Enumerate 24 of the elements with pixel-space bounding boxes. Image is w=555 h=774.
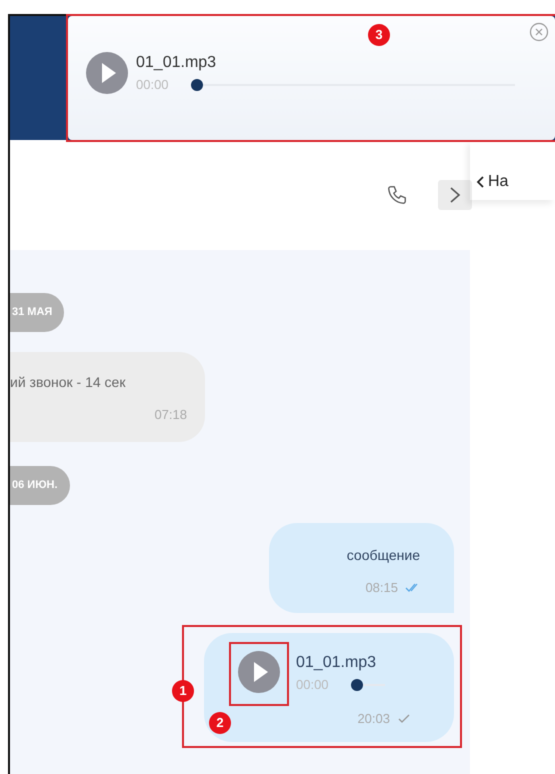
date-separator: 31 МАЯ xyxy=(10,293,64,332)
message-text: ий звонок - 14 сек xyxy=(10,372,126,392)
annotation-badge: 2 xyxy=(209,712,231,734)
elapsed-time: 00:00 xyxy=(136,76,169,94)
message-text: сообщение xyxy=(346,546,420,565)
file-name: 01_01.mp3 xyxy=(296,653,378,673)
progress-thumb[interactable] xyxy=(190,79,203,91)
expand-panel-button[interactable] xyxy=(438,180,472,210)
elapsed-time: 00:00 xyxy=(296,676,329,694)
annotation-badge: 3 xyxy=(368,24,390,46)
annotation-badge: 1 xyxy=(172,680,194,702)
phone-icon[interactable] xyxy=(386,184,408,206)
date-separator: 06 ИЮН. xyxy=(10,466,70,504)
file-name: 01_01.mp3 xyxy=(136,53,218,74)
chevron-right-icon xyxy=(449,186,461,204)
back-link[interactable]: На xyxy=(488,170,508,194)
play-button[interactable] xyxy=(86,52,128,94)
close-icon[interactable] xyxy=(529,22,549,42)
progress-thumb[interactable] xyxy=(350,678,363,691)
back-chevron-icon xyxy=(476,176,484,188)
play-button[interactable] xyxy=(238,651,280,693)
message-time: 20:03 xyxy=(357,710,390,728)
message-time: 07:18 xyxy=(154,406,187,424)
message-time: 08:15 xyxy=(365,578,398,596)
